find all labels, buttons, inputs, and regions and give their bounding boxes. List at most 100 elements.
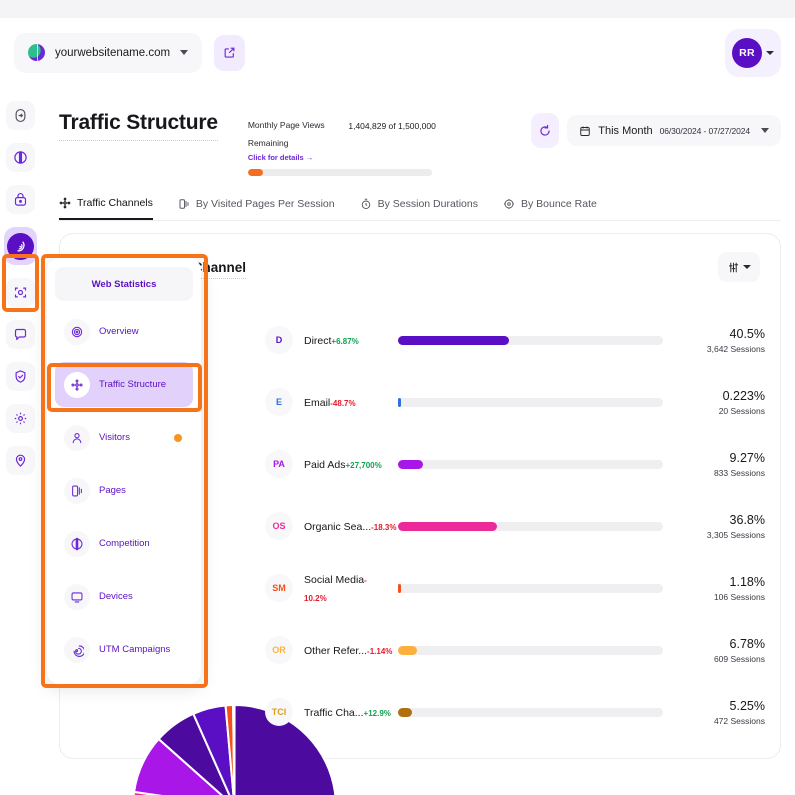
quota-label: Monthly Page Views Remaining bbox=[248, 120, 325, 148]
tab-bounce-rate[interactable]: By Bounce Rate bbox=[503, 197, 597, 220]
pie-slice[interactable] bbox=[233, 705, 234, 795]
channel-meta: Paid Ads+27,700% bbox=[304, 455, 382, 473]
site-name-label: yourwebsitename.com bbox=[55, 47, 170, 59]
table-row[interactable]: EEmail-48.7%0.223%20 Sessions bbox=[265, 371, 765, 433]
channel-name: Organic Sea... bbox=[304, 521, 371, 533]
channel-badge: D bbox=[265, 326, 293, 354]
date-range-label: 06/30/2024 - 07/27/2024 bbox=[660, 126, 750, 136]
channel-values: 5.25% 472 Sessions bbox=[679, 699, 765, 726]
app-root: yourwebsitename.com RR bbox=[0, 0, 795, 795]
menu-item-traffic-structure[interactable]: Traffic Structure bbox=[55, 362, 193, 407]
channel-meta: Other Refer...-1.14% bbox=[304, 641, 382, 659]
menu-item-visitors[interactable]: Visitors bbox=[55, 415, 193, 460]
pie-chart-icon bbox=[13, 150, 28, 165]
channel-delta: +6.87% bbox=[331, 337, 358, 346]
date-preset-label: This Month bbox=[598, 125, 652, 137]
notification-dot bbox=[174, 434, 182, 442]
stopwatch-icon bbox=[360, 198, 372, 210]
avatar: RR bbox=[732, 38, 762, 68]
icon-rail bbox=[0, 87, 41, 795]
table-row[interactable]: OSOrganic Sea...-18.3%36.8%3,305 Session… bbox=[265, 495, 765, 557]
sidebar-icon-protection[interactable] bbox=[6, 362, 35, 391]
competition-icon bbox=[64, 531, 90, 557]
channel-delta: -1.14% bbox=[367, 647, 392, 656]
web-statistics-menu: Web Statistics OverviewTraffic Structure… bbox=[47, 258, 201, 684]
site-selector[interactable]: yourwebsitename.com bbox=[14, 33, 202, 73]
scan-icon bbox=[13, 285, 28, 300]
tab-visited-pages-per-session[interactable]: By Visited Pages Per Session bbox=[178, 197, 335, 220]
channel-badge: PA bbox=[265, 450, 293, 478]
table-row[interactable]: DDirect+6.87%40.5%3,642 Sessions bbox=[265, 309, 765, 371]
open-external-button[interactable] bbox=[214, 35, 245, 71]
channel-bar-fill bbox=[398, 522, 497, 531]
tab-traffic-channels[interactable]: Traffic Channels bbox=[59, 197, 153, 220]
sidebar-icon-scan[interactable] bbox=[6, 278, 35, 307]
menu-item-label: Overview bbox=[99, 326, 139, 337]
table-row[interactable]: PAPaid Ads+27,700%9.27%833 Sessions bbox=[265, 433, 765, 495]
refresh-button[interactable] bbox=[531, 113, 559, 148]
channel-name: Traffic Cha... bbox=[304, 707, 364, 719]
channel-bar-track bbox=[398, 460, 663, 469]
quota-details-link[interactable]: Click for details → bbox=[248, 153, 339, 162]
channel-sessions: 833 Sessions bbox=[679, 468, 765, 478]
top-bar: yourwebsitename.com RR bbox=[0, 18, 795, 87]
sidebar-icon-security[interactable] bbox=[6, 185, 35, 214]
channel-values: 6.78%609 Sessions bbox=[679, 637, 765, 664]
table-row[interactable]: SMSocial Media-10.2%1.18%106 Sessions bbox=[265, 557, 765, 619]
shield-check-icon bbox=[13, 369, 28, 384]
date-range-picker[interactable]: This Month 06/30/2024 - 07/27/2024 bbox=[567, 115, 781, 146]
channel-values: 0.223% 20 Sessions bbox=[679, 389, 765, 416]
channel-sessions: 472 Sessions bbox=[679, 716, 765, 726]
share-nodes-icon bbox=[59, 197, 71, 209]
user-icon bbox=[64, 425, 90, 451]
channel-sessions: 3,305 Sessions bbox=[679, 530, 765, 540]
page-title: Traffic Structure bbox=[59, 111, 218, 141]
menu-item-label: Pages bbox=[99, 485, 126, 496]
channel-percent: 5.25% bbox=[679, 699, 765, 713]
menu-items: Overview Traffic Structure Visitors Pages Co… bbox=[55, 309, 193, 672]
chevron-down-icon bbox=[743, 265, 751, 269]
channel-meta: Email-48.7% bbox=[304, 393, 382, 411]
channel-percent: 40.5% bbox=[679, 327, 765, 341]
sidebar-icon-geo[interactable] bbox=[6, 446, 35, 475]
sidebar-icon-analytics[interactable] bbox=[4, 227, 37, 265]
menu-item-overview[interactable]: Overview bbox=[55, 309, 193, 354]
quota-progress-fill bbox=[248, 169, 263, 176]
channel-bar-fill bbox=[398, 460, 423, 469]
channel-bar-track bbox=[398, 708, 663, 717]
sidebar-icon-settings[interactable] bbox=[6, 404, 35, 433]
channel-name: Social Media bbox=[304, 574, 364, 586]
channel-name: Paid Ads bbox=[304, 459, 345, 471]
quota-progress-track bbox=[248, 169, 432, 176]
account-menu[interactable]: RR bbox=[725, 29, 781, 77]
sidebar-icon-reports[interactable] bbox=[6, 143, 35, 172]
channel-percent: 0.223% bbox=[679, 389, 765, 403]
menu-item-pages[interactable]: Pages bbox=[55, 468, 193, 513]
analytics-active-indicator bbox=[7, 233, 34, 260]
channel-bar-fill bbox=[398, 336, 509, 345]
menu-item-devices[interactable]: Devices bbox=[55, 574, 193, 619]
channel-badge: OS bbox=[265, 512, 293, 540]
sidebar-icon-chat[interactable] bbox=[6, 320, 35, 349]
channel-values: 40.5%3,642 Sessions bbox=[679, 327, 765, 354]
sliders-icon bbox=[727, 261, 740, 274]
channel-bar-fill bbox=[398, 584, 401, 593]
channel-bar-track bbox=[398, 522, 663, 531]
quota-value: 1,404,829 of 1,500,000 bbox=[348, 115, 435, 131]
table-row[interactable]: OROther Refer...-1.14%6.78%609 Sessions bbox=[265, 619, 765, 681]
table-row[interactable]: TCITraffic Cha...+12.9%5.25%472 Sessions bbox=[265, 681, 765, 743]
channel-bar-fill bbox=[398, 398, 401, 407]
tab-session-durations[interactable]: By Session Durations bbox=[360, 197, 478, 220]
globe-icon bbox=[28, 44, 45, 61]
channel-delta: +27,700% bbox=[345, 461, 381, 470]
menu-item-utm-campaigns[interactable]: UTM Campaigns bbox=[55, 627, 193, 672]
channel-percent: 6.78% bbox=[679, 637, 765, 651]
channel-delta: +12.9% bbox=[364, 709, 391, 718]
sidebar-icon-login[interactable] bbox=[6, 101, 35, 130]
bounce-target-icon bbox=[503, 198, 515, 210]
chart-settings-button[interactable] bbox=[718, 252, 760, 282]
chevron-down-icon bbox=[180, 50, 188, 55]
menu-item-competition[interactable]: Competition bbox=[55, 521, 193, 566]
channel-sessions: 20 Sessions bbox=[679, 406, 765, 416]
location-user-icon bbox=[13, 453, 28, 468]
